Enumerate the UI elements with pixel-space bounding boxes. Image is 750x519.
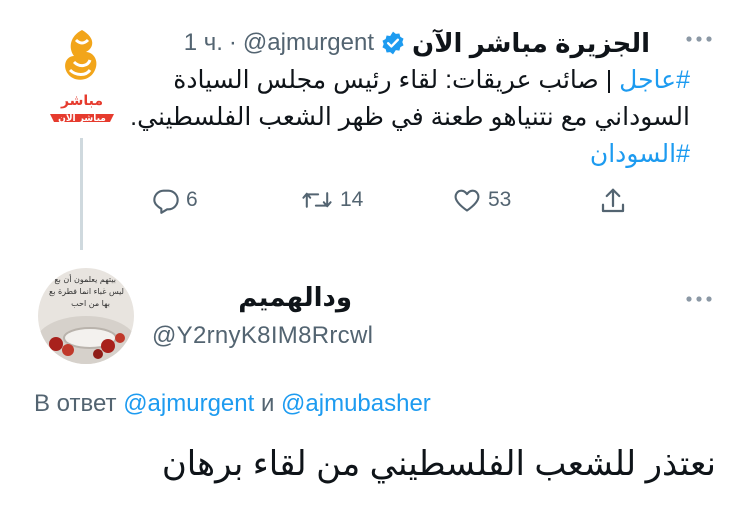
retweet-icon [302, 192, 332, 208]
reply-author-avatar[interactable]: بيتهم يعلمون أن بع ليس غباء انما فطرة بع… [38, 268, 134, 364]
avatar-logo-text: مباشر [60, 93, 103, 109]
tweet-header: 1 ч. · @ajmurgent الجزيرة مباشر الآن [184, 26, 650, 60]
reply-more-options-icon[interactable] [684, 294, 714, 304]
author-handle[interactable]: @ajmurgent [243, 29, 374, 57]
hashtag-urgent[interactable]: #عاجل [619, 66, 690, 94]
like-button[interactable]: 53 [452, 186, 511, 214]
reply-count: 6 [186, 188, 198, 211]
share-icon [601, 188, 625, 213]
author-avatar-aljazeera[interactable]: مباشر مباشر الآن [40, 26, 124, 126]
reply-author-handle[interactable]: @Y2rnyK8IM8Rrcwl [152, 322, 373, 350]
reply-body: نعتذر للشعب الفلسطيني من لقاء برهان [161, 445, 716, 483]
avatar-caption-line-3: بها من احب [71, 299, 110, 308]
heart-icon [454, 189, 480, 212]
author-name[interactable]: الجزيرة مباشر الآن [412, 28, 650, 59]
avatar-banner-text: مباشر الآن [58, 112, 106, 124]
reply-button[interactable]: 6 [152, 186, 198, 214]
verified-badge-icon [382, 31, 404, 55]
avatar-caption-line-1: بيتهم يعلمون أن بع [54, 274, 116, 284]
replying-prefix: В ответ [34, 390, 117, 417]
share-button[interactable] [598, 186, 628, 216]
like-count: 53 [488, 188, 512, 211]
reply-icon [153, 189, 179, 214]
avatar-caption-line-2: ليس غباء انما فطرة بع [49, 287, 124, 296]
aljazeera-logo-icon: مباشر مباشر الآن [50, 30, 114, 124]
retweet-button[interactable]: 14 [300, 186, 363, 214]
mention-ajmubasher[interactable]: @ajmubasher [281, 390, 431, 417]
tweet-body: #عاجل | صائب عريقات: لقاء رئيس مجلس السي… [130, 62, 690, 173]
replying-conjunction: и [260, 390, 275, 417]
tweet-timestamp[interactable]: 1 ч. [184, 29, 223, 57]
header-separator: · [228, 29, 237, 56]
reply-author-name[interactable]: ودالهميم [238, 282, 352, 313]
avatar-photo: بيتهم يعلمون أن بع ليس غباء انما فطرة بع… [38, 268, 134, 364]
hashtag-sudan[interactable]: #السودان [590, 140, 690, 168]
retweet-count: 14 [340, 188, 364, 211]
mention-ajmurgent[interactable]: @ajmurgent [123, 390, 254, 417]
tweet-action-bar: 6 14 53 [0, 186, 750, 224]
tweet-main-text: | صائب عريقات: لقاء رئيس مجلس السيادة ال… [130, 66, 690, 131]
more-options-icon[interactable] [684, 34, 714, 44]
replying-to-line: В ответ @ajmurgent и @ajmubasher [34, 390, 431, 418]
